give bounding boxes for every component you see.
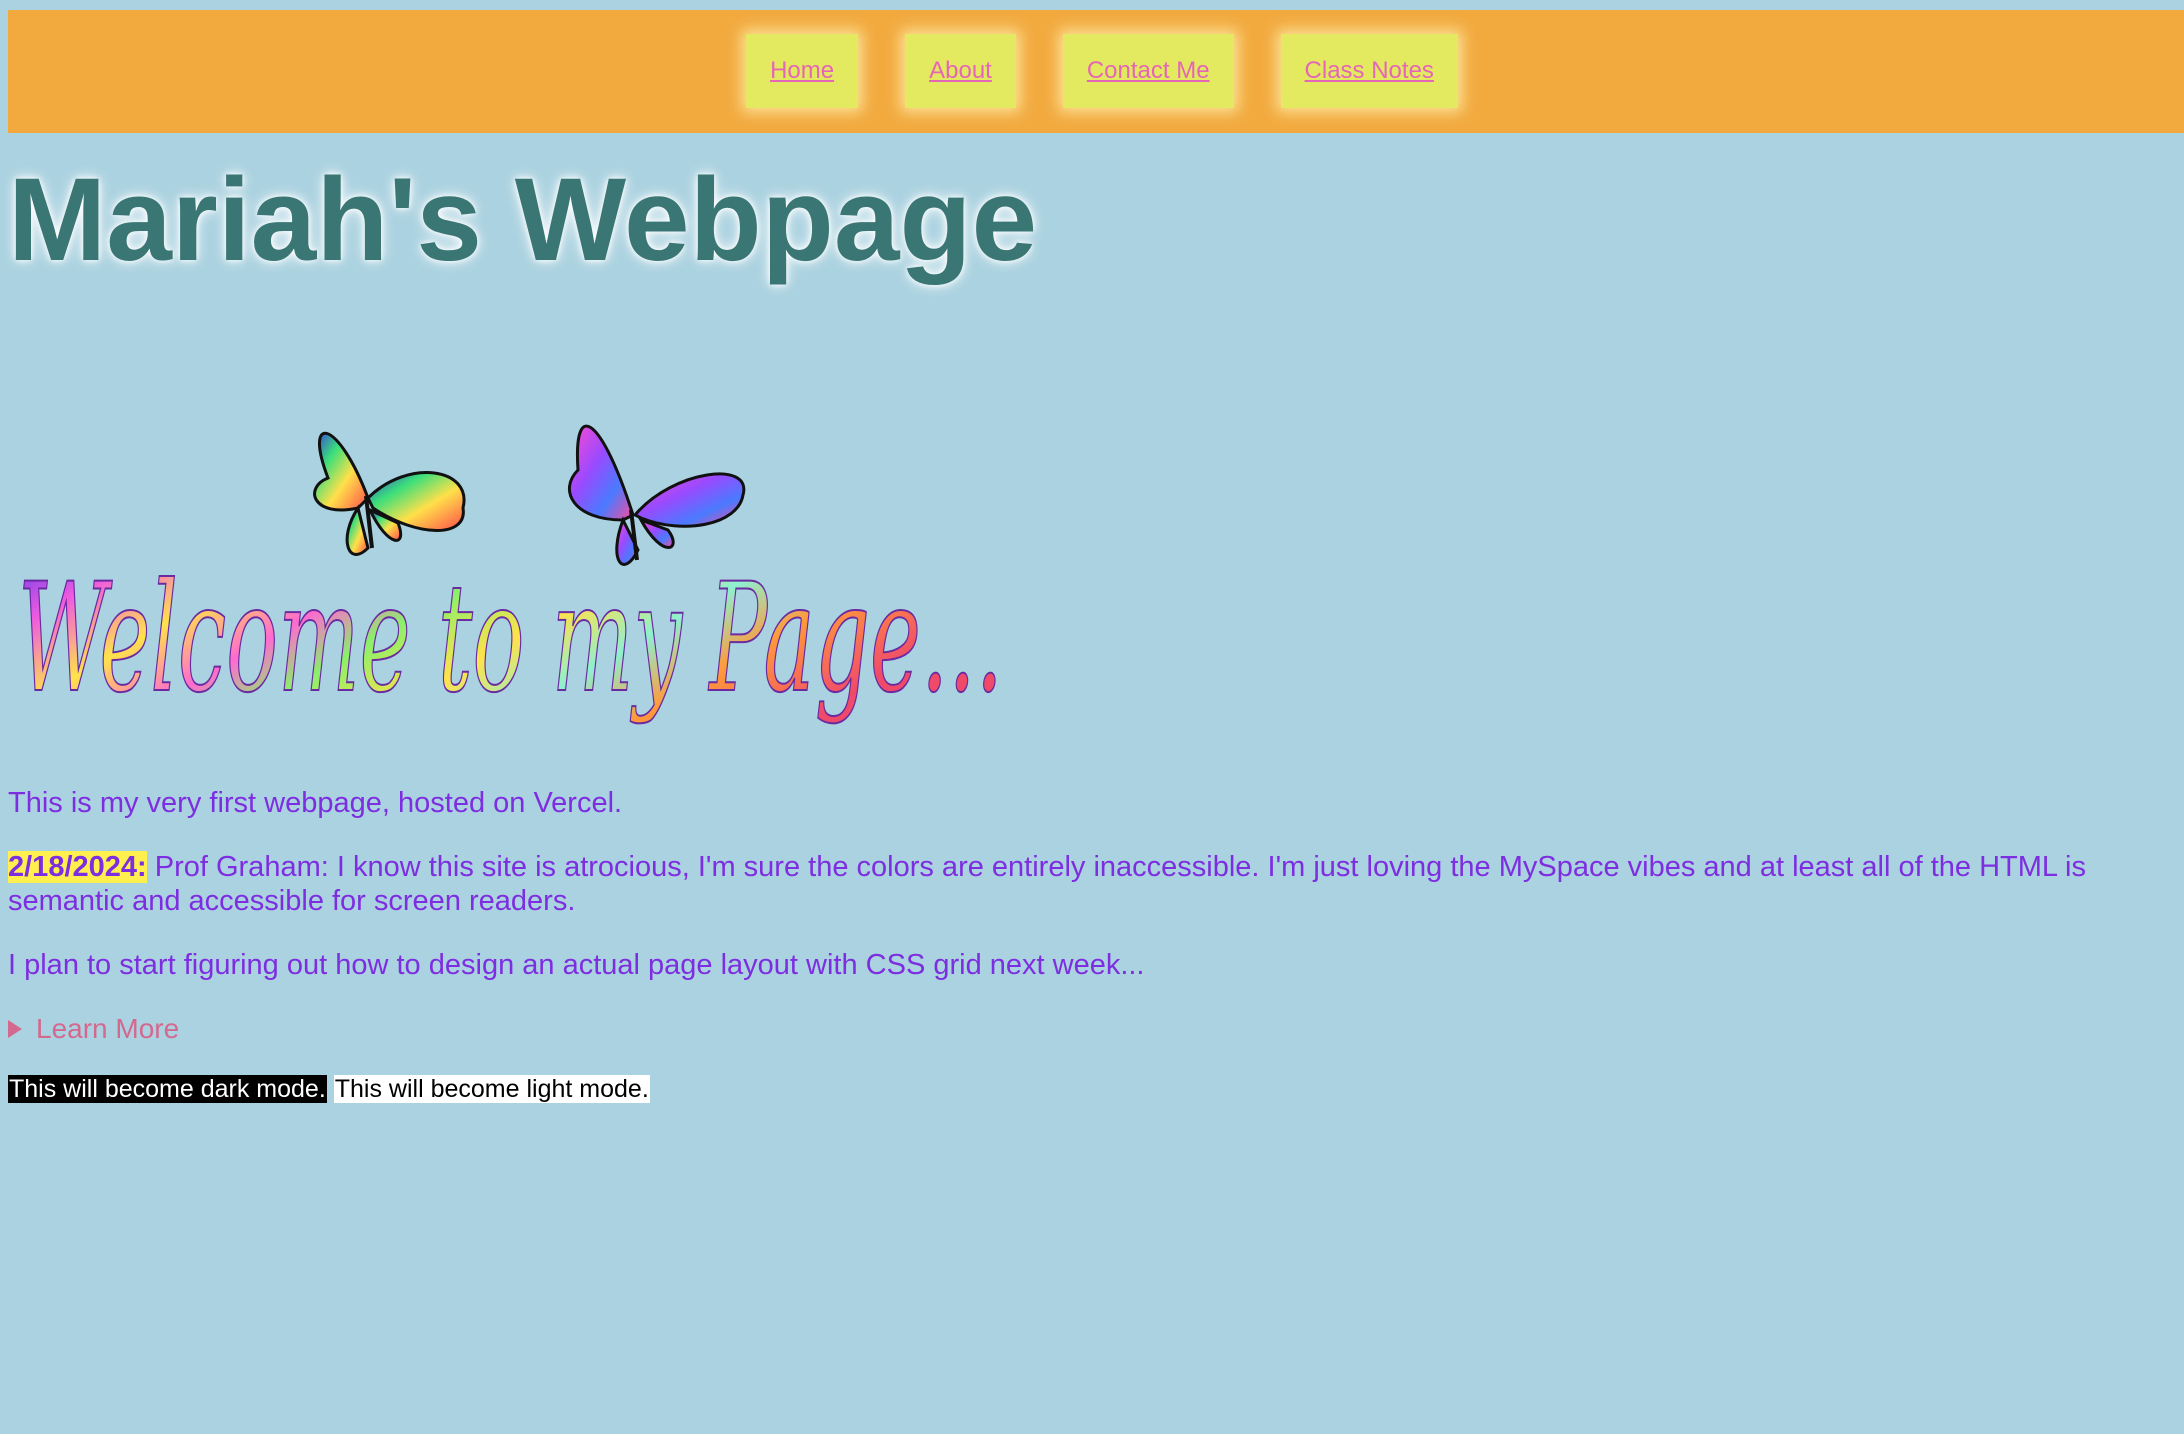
contact-me-link[interactable]: Contact Me: [1087, 57, 1210, 85]
page-title: Mariah's Webpage: [8, 154, 1038, 286]
learn-more-label: Learn More: [36, 1013, 180, 1044]
update-text: Prof Graham: I know this site is atrocio…: [8, 851, 2086, 917]
update-date: 2/18/2024:: [8, 851, 147, 883]
dark-mode-text: This will become dark mode.: [8, 1075, 327, 1103]
disclosure-triangle-icon: [8, 1020, 22, 1038]
nav-list: Home About Contact Me Class Notes: [746, 34, 1458, 108]
main-content: This is my very first webpage, hosted on…: [8, 786, 2176, 1104]
learn-more-toggle[interactable]: Learn More: [8, 1012, 2176, 1046]
nav-item-about[interactable]: About: [905, 34, 1016, 108]
update-paragraph: 2/18/2024: Prof Graham: I know this site…: [8, 850, 2176, 918]
home-link[interactable]: Home: [770, 57, 834, 85]
welcome-banner-text: Welcome to my Page...: [18, 552, 1003, 726]
class-notes-link[interactable]: Class Notes: [1305, 57, 1434, 85]
butterfly-icon: [567, 424, 746, 566]
plan-paragraph: I plan to start figuring out how to desi…: [8, 949, 1145, 981]
intro-paragraph: This is my very first webpage, hosted on…: [8, 787, 623, 819]
nav-item-class-notes[interactable]: Class Notes: [1280, 34, 1458, 108]
light-mode-text: This will become light mode.: [333, 1075, 650, 1103]
about-link[interactable]: About: [929, 57, 992, 85]
butterfly-icon: [313, 431, 466, 556]
welcome-banner-image: Welcome to my Page...: [8, 390, 1008, 760]
mode-preview: This will become dark mode. This will be…: [8, 1074, 2176, 1104]
nav-item-home[interactable]: Home: [746, 34, 859, 108]
top-navigation-bar: Home About Contact Me Class Notes: [8, 10, 2184, 133]
nav-item-contact[interactable]: Contact Me: [1062, 34, 1234, 108]
